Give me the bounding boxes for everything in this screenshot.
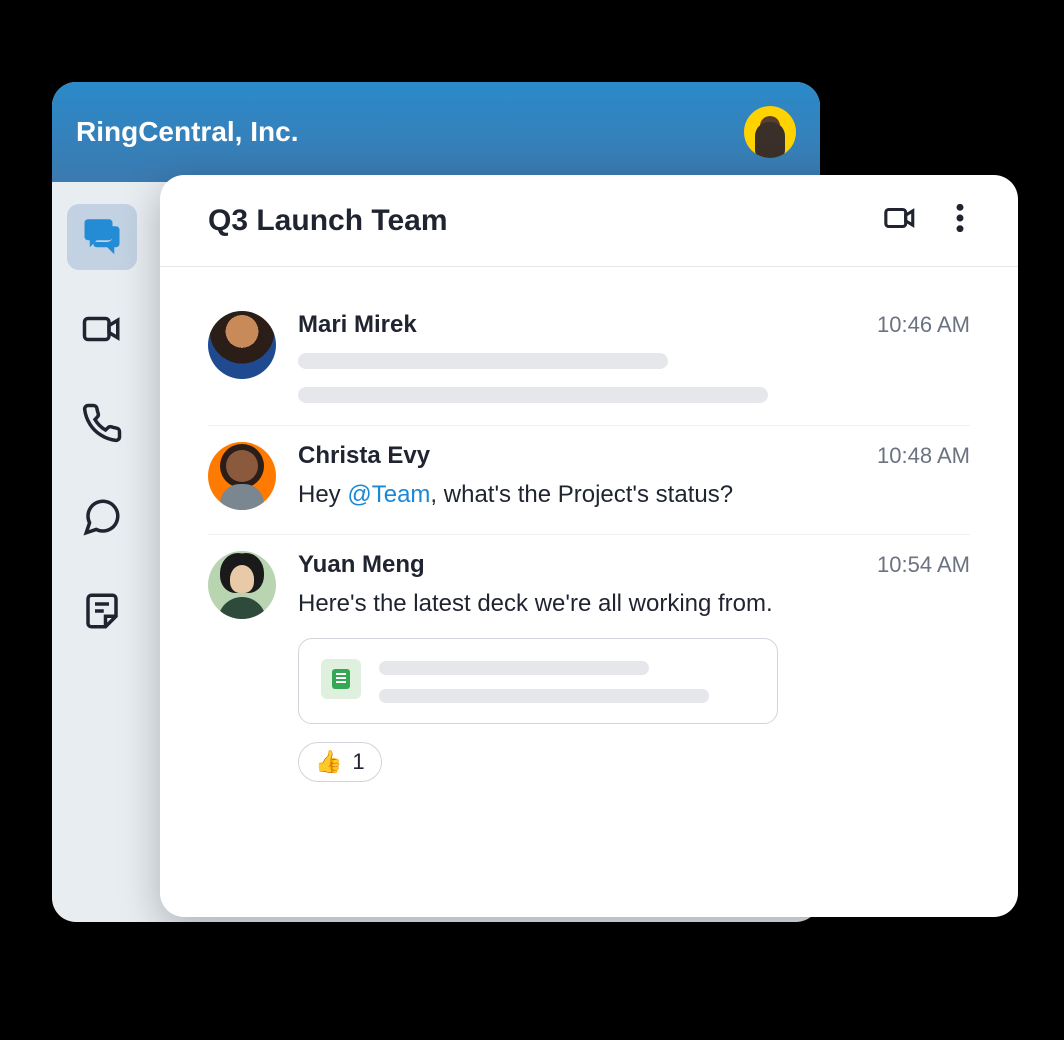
chat-panel: Q3 Launch Team Mari Mirek 10:46 AM (160, 175, 1018, 917)
nav-chat[interactable] (67, 486, 137, 552)
nav-notes[interactable] (67, 580, 137, 646)
org-name: RingCentral, Inc. (76, 116, 298, 148)
profile-avatar[interactable] (744, 106, 796, 158)
app-header: RingCentral, Inc. (52, 82, 820, 182)
message: Yuan Meng 10:54 AM Here's the latest dec… (208, 534, 970, 805)
notes-icon (81, 590, 123, 637)
more-options-button[interactable] (940, 201, 980, 241)
start-video-button[interactable] (880, 201, 920, 241)
text-placeholder (379, 661, 649, 675)
nav-messages[interactable] (67, 204, 137, 270)
nav-phone[interactable] (67, 392, 137, 458)
avatar[interactable] (208, 551, 276, 619)
message-author: Yuan Meng (298, 551, 425, 579)
message-author: Mari Mirek (298, 311, 417, 339)
sheets-icon (321, 659, 361, 699)
text-placeholder (298, 353, 668, 369)
more-vertical-icon (956, 202, 964, 239)
video-icon (883, 201, 917, 240)
text-placeholder (298, 387, 768, 403)
message-text: Hey @Team, what's the Project's status? (298, 478, 970, 512)
text-placeholder (379, 689, 709, 703)
chat-header: Q3 Launch Team (160, 175, 1018, 267)
message-author: Christa Evy (298, 442, 430, 470)
message-time: 10:46 AM (877, 312, 970, 338)
message-time: 10:48 AM (877, 443, 970, 469)
avatar[interactable] (208, 442, 276, 510)
side-nav (52, 182, 152, 646)
reaction-count: 1 (352, 749, 364, 775)
mention[interactable]: @Team (347, 481, 430, 508)
phone-icon (81, 402, 123, 449)
chat-bubble-icon (81, 496, 123, 543)
attachment-card[interactable] (298, 638, 778, 724)
nav-video[interactable] (67, 298, 137, 364)
thumbs-up-icon: 👍 (315, 749, 342, 775)
message-time: 10:54 AM (877, 552, 970, 578)
messages-list: Mari Mirek 10:46 AM Christa Evy 10:48 AM… (160, 267, 1018, 804)
avatar[interactable] (208, 311, 276, 379)
chat-actions (880, 201, 980, 241)
message: Mari Mirek 10:46 AM (208, 295, 970, 425)
message: Christa Evy 10:48 AM Hey @Team, what's t… (208, 425, 970, 534)
message-text: Here's the latest deck we're all working… (298, 587, 970, 621)
chat-title: Q3 Launch Team (208, 204, 448, 238)
reaction-chip[interactable]: 👍 1 (298, 742, 382, 782)
video-icon (81, 308, 123, 355)
messages-icon (81, 214, 123, 261)
